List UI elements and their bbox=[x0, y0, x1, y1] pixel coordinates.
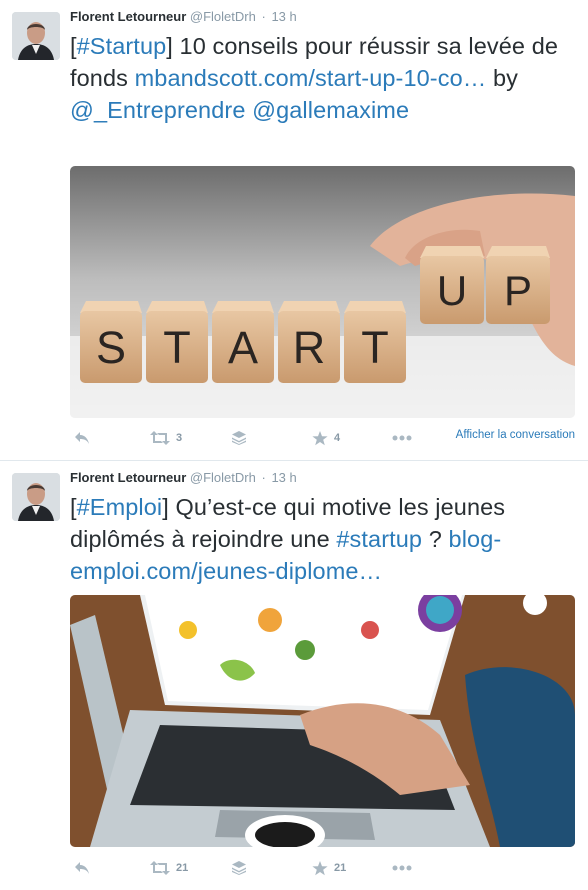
author-username[interactable]: @FloletDrh bbox=[190, 9, 256, 24]
author-fullname[interactable]: Florent Letourneur bbox=[70, 9, 186, 24]
tweet-actions: 3 4 Afficher la conversation bbox=[70, 428, 575, 448]
tweet-actions: 21 21 bbox=[70, 858, 575, 878]
retweet-icon bbox=[150, 861, 170, 875]
tweet-timestamp[interactable]: 13 h bbox=[271, 9, 296, 24]
svg-text:R: R bbox=[293, 322, 326, 373]
tweet-text-segment: ? bbox=[422, 526, 449, 552]
tweet-text-segment: [ bbox=[70, 33, 77, 59]
retweet-button[interactable]: 3 bbox=[150, 428, 182, 448]
buffer-button[interactable] bbox=[232, 858, 246, 878]
tweet-image[interactable] bbox=[70, 595, 575, 847]
favorite-count: 4 bbox=[334, 432, 341, 444]
start-up-dice-photo: START UP bbox=[70, 166, 575, 418]
tweet-text-segment: by bbox=[486, 65, 518, 91]
view-conversation-link[interactable]: Afficher la conversation bbox=[456, 428, 575, 442]
laptop-startup-photo bbox=[70, 595, 575, 847]
mention-link[interactable]: @_Entreprendre bbox=[70, 97, 246, 123]
die-s: S bbox=[80, 301, 142, 383]
die-p: P bbox=[486, 246, 550, 324]
separator-dot: · bbox=[261, 470, 266, 485]
author-username[interactable]: @FloletDrh bbox=[190, 470, 256, 485]
mention-link[interactable]: @gallemaxime bbox=[252, 97, 409, 123]
tweet[interactable]: Florent Letourneur @FloletDrh · 13 h [#E… bbox=[0, 461, 588, 890]
avatar[interactable] bbox=[12, 473, 60, 521]
retweet-count: 21 bbox=[176, 862, 189, 874]
die-u: U bbox=[420, 246, 484, 324]
tweet-text: [#Emploi] Qu’est-ce qui motive les jeune… bbox=[70, 491, 575, 587]
favorite-count: 21 bbox=[334, 862, 347, 874]
retweet-count: 3 bbox=[176, 432, 183, 444]
svg-text:A: A bbox=[228, 322, 258, 373]
separator-dot: · bbox=[261, 9, 266, 24]
url-link[interactable]: mbandscott.com/start-up-10-co… bbox=[135, 65, 487, 91]
die-r: R bbox=[278, 301, 340, 383]
more-icon bbox=[392, 435, 412, 441]
more-button[interactable] bbox=[392, 858, 412, 878]
reply-button[interactable] bbox=[74, 858, 90, 878]
favorite-button[interactable]: 4 bbox=[312, 428, 340, 448]
svg-text:T: T bbox=[361, 322, 389, 373]
favorite-button[interactable]: 21 bbox=[312, 858, 346, 878]
avatar[interactable] bbox=[12, 12, 60, 60]
stack-icon bbox=[232, 431, 246, 445]
stack-icon bbox=[232, 861, 246, 875]
die-t: T bbox=[344, 301, 406, 383]
svg-text:T: T bbox=[163, 322, 191, 373]
reply-icon bbox=[75, 862, 89, 874]
tweet-header: Florent Letourneur @FloletDrh · 13 h bbox=[70, 9, 297, 24]
retweet-icon bbox=[150, 431, 170, 445]
hashtag-link[interactable]: #Emploi bbox=[77, 494, 163, 520]
tweet-timestamp[interactable]: 13 h bbox=[271, 470, 296, 485]
reply-icon bbox=[75, 432, 89, 444]
avatar-photo bbox=[12, 473, 60, 521]
svg-text:U: U bbox=[437, 267, 467, 314]
buffer-button[interactable] bbox=[232, 428, 246, 448]
star-icon bbox=[312, 860, 328, 875]
tweet-image[interactable]: START UP bbox=[70, 166, 575, 418]
avatar-photo bbox=[12, 12, 60, 60]
tweet-text-segment: [ bbox=[70, 494, 77, 520]
svg-text:P: P bbox=[504, 267, 532, 314]
hashtag-link[interactable]: #startup bbox=[336, 526, 422, 552]
svg-text:S: S bbox=[96, 322, 126, 373]
reply-button[interactable] bbox=[74, 428, 90, 448]
die-t: T bbox=[146, 301, 208, 383]
star-icon bbox=[312, 430, 328, 445]
tweet-text: [#Startup] 10 conseils pour réussir sa l… bbox=[70, 30, 575, 126]
more-button[interactable] bbox=[392, 428, 412, 448]
tweet-header: Florent Letourneur @FloletDrh · 13 h bbox=[70, 470, 297, 485]
more-icon bbox=[392, 865, 412, 871]
author-fullname[interactable]: Florent Letourneur bbox=[70, 470, 186, 485]
die-a: A bbox=[212, 301, 274, 383]
retweet-button[interactable]: 21 bbox=[150, 858, 188, 878]
tweet[interactable]: Florent Letourneur @FloletDrh · 13 h [#S… bbox=[0, 0, 588, 461]
hashtag-link[interactable]: #Startup bbox=[77, 33, 167, 59]
